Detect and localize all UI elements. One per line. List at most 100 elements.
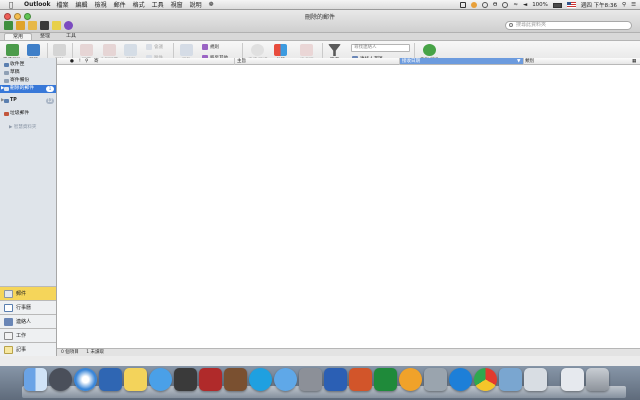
menu-format[interactable]: 格式 xyxy=(133,0,145,9)
column-separator xyxy=(523,58,524,65)
folder-sent[interactable]: 寄件備份 xyxy=(0,77,56,85)
meeting-button[interactable]: 會議 xyxy=(146,44,163,50)
read-unread-icon xyxy=(251,44,265,56)
messages-icon[interactable] xyxy=(149,368,172,391)
nav-mail[interactable]: 郵件 xyxy=(0,286,56,300)
sync-icon[interactable] xyxy=(4,21,13,30)
trash-icon[interactable] xyxy=(586,368,609,391)
menu-message[interactable]: 郵件 xyxy=(114,0,126,9)
find-contact-input[interactable]: 尋找連絡人 xyxy=(351,44,410,52)
stickies-icon[interactable] xyxy=(124,368,147,391)
finder-icon[interactable] xyxy=(24,368,47,391)
dropbox-icon[interactable] xyxy=(460,2,466,8)
iphoto-icon[interactable] xyxy=(224,368,247,391)
word-icon[interactable] xyxy=(324,368,347,391)
nav-tasks[interactable]: 工作 xyxy=(0,328,56,342)
battery-level[interactable]: 100% xyxy=(532,2,548,8)
itunes-icon[interactable] xyxy=(274,368,297,391)
battery-icon[interactable] xyxy=(552,2,562,8)
folder-inbox[interactable]: 收件匣 xyxy=(0,61,56,69)
wifi-icon[interactable]: ≈ xyxy=(513,2,518,8)
notes-icon xyxy=(4,346,13,354)
help-icon[interactable] xyxy=(64,21,73,30)
subject-column-header[interactable]: 主旨 xyxy=(237,58,246,65)
reply-icon xyxy=(80,44,93,56)
rules-button[interactable]: 規則 xyxy=(202,44,219,50)
downloads-stack-icon[interactable] xyxy=(561,368,584,391)
quick-reply-icon[interactable] xyxy=(16,21,25,30)
spotlight-icon[interactable]: ⚲ xyxy=(622,2,626,8)
from-column-header[interactable]: 寄 xyxy=(94,58,99,65)
quick-reply-all-icon[interactable] xyxy=(28,21,37,30)
launchpad-icon[interactable] xyxy=(49,368,72,391)
tasks-icon xyxy=(4,332,13,340)
saved-searches-header[interactable]: ▶ 智慧資料夾 xyxy=(0,124,56,130)
bluetooth-icon[interactable]: ϴ xyxy=(493,2,497,8)
applications-folder-icon[interactable] xyxy=(499,368,522,391)
photo-booth-icon[interactable] xyxy=(199,368,222,391)
volume-icon[interactable]: ◄ xyxy=(523,2,527,8)
print-icon[interactable] xyxy=(40,21,49,30)
excel-icon[interactable] xyxy=(374,368,397,391)
mail-app-icon[interactable] xyxy=(99,368,122,391)
search-placeholder: 搜尋此資料夾 xyxy=(516,22,547,28)
read-status-column-icon[interactable]: ● xyxy=(70,58,74,65)
system-preferences-icon[interactable] xyxy=(299,368,322,391)
category-column-header[interactable]: 類別 xyxy=(525,58,534,65)
priority-column-header[interactable]: ! xyxy=(79,58,81,65)
forward-icon xyxy=(124,44,137,56)
notes-icon[interactable] xyxy=(52,21,61,30)
rules-label: 規則 xyxy=(210,45,219,50)
drafts-icon xyxy=(4,71,9,75)
documents-stack-icon[interactable] xyxy=(524,368,547,391)
app-tray-icon[interactable] xyxy=(471,2,477,8)
nav-calendar[interactable]: 行事曆 xyxy=(0,300,56,314)
clock-icon[interactable] xyxy=(502,2,509,8)
message-list[interactable]: ● ! ⚲ 寄 主旨 接收日期 ▼ 類別 ▦ xyxy=(57,58,640,348)
outlook-icon[interactable] xyxy=(399,368,422,391)
sort-arrow-icon: ▼ xyxy=(517,59,521,64)
saved-search-label: 智慧資料夾 xyxy=(13,125,37,130)
column-separator xyxy=(234,58,235,65)
menu-edit[interactable]: 編輯 xyxy=(76,0,88,9)
time-machine-icon[interactable] xyxy=(482,2,488,8)
account-group-tp[interactable]: ▶ TP 12 xyxy=(0,97,56,105)
folder-label: 寄件備份 xyxy=(10,78,30,83)
skype-icon[interactable] xyxy=(249,368,272,391)
inbox-icon xyxy=(4,63,9,67)
folder-deleted[interactable]: ▶ 刪除的郵件 1 xyxy=(0,85,56,93)
junk-icon xyxy=(4,112,9,116)
tab-home[interactable]: 常用 xyxy=(4,33,33,40)
nav-notes[interactable]: 記事 xyxy=(0,342,56,356)
nav-contacts[interactable]: 連絡人 xyxy=(0,314,56,328)
menu-tools[interactable]: 工具 xyxy=(152,0,164,9)
tab-organize[interactable]: 整理 xyxy=(32,33,58,40)
menubar:  Outlook 檔案 編輯 檢視 郵件 格式 工具 視窗 說明 ❁ ϴ ≈ … xyxy=(0,0,640,10)
menu-window[interactable]: 視窗 xyxy=(171,0,183,9)
tab-tools[interactable]: 工具 xyxy=(58,33,84,40)
folder-junk[interactable]: 垃圾郵件 xyxy=(0,110,56,118)
menubar-clock[interactable]: 週四 下午8:36 xyxy=(581,1,617,9)
search-field[interactable]: 搜尋此資料夾 xyxy=(505,21,632,30)
apple-menu-icon[interactable]:  xyxy=(6,1,16,9)
menu-view[interactable]: 檢視 xyxy=(95,0,107,9)
script-menu-icon[interactable]: ❁ xyxy=(209,1,214,8)
unread-count-badge: 1 xyxy=(46,86,54,92)
menu-file[interactable]: 檔案 xyxy=(57,0,69,9)
app-menu[interactable]: Outlook xyxy=(24,1,51,8)
chrome-icon[interactable] xyxy=(474,368,497,391)
received-column-header[interactable]: 接收日期 xyxy=(400,58,523,64)
powerpoint-icon[interactable] xyxy=(349,368,372,391)
menu-help[interactable]: 說明 xyxy=(190,0,202,9)
column-options-icon[interactable]: ▦ xyxy=(632,58,636,65)
teamviewer-icon[interactable] xyxy=(449,368,472,391)
notification-center-icon[interactable]: ☰ xyxy=(631,2,636,8)
facetime-icon[interactable] xyxy=(174,368,197,391)
attachment-column-icon[interactable]: ⚲ xyxy=(85,58,88,65)
input-source-flag-icon[interactable] xyxy=(566,2,576,8)
folder-drafts[interactable]: 草稿 xyxy=(0,69,56,77)
unread-count: 1 未讀取 xyxy=(86,350,105,355)
nav-label: 行事曆 xyxy=(16,305,32,311)
preview-icon[interactable] xyxy=(424,368,447,391)
safari-icon[interactable] xyxy=(74,368,97,391)
